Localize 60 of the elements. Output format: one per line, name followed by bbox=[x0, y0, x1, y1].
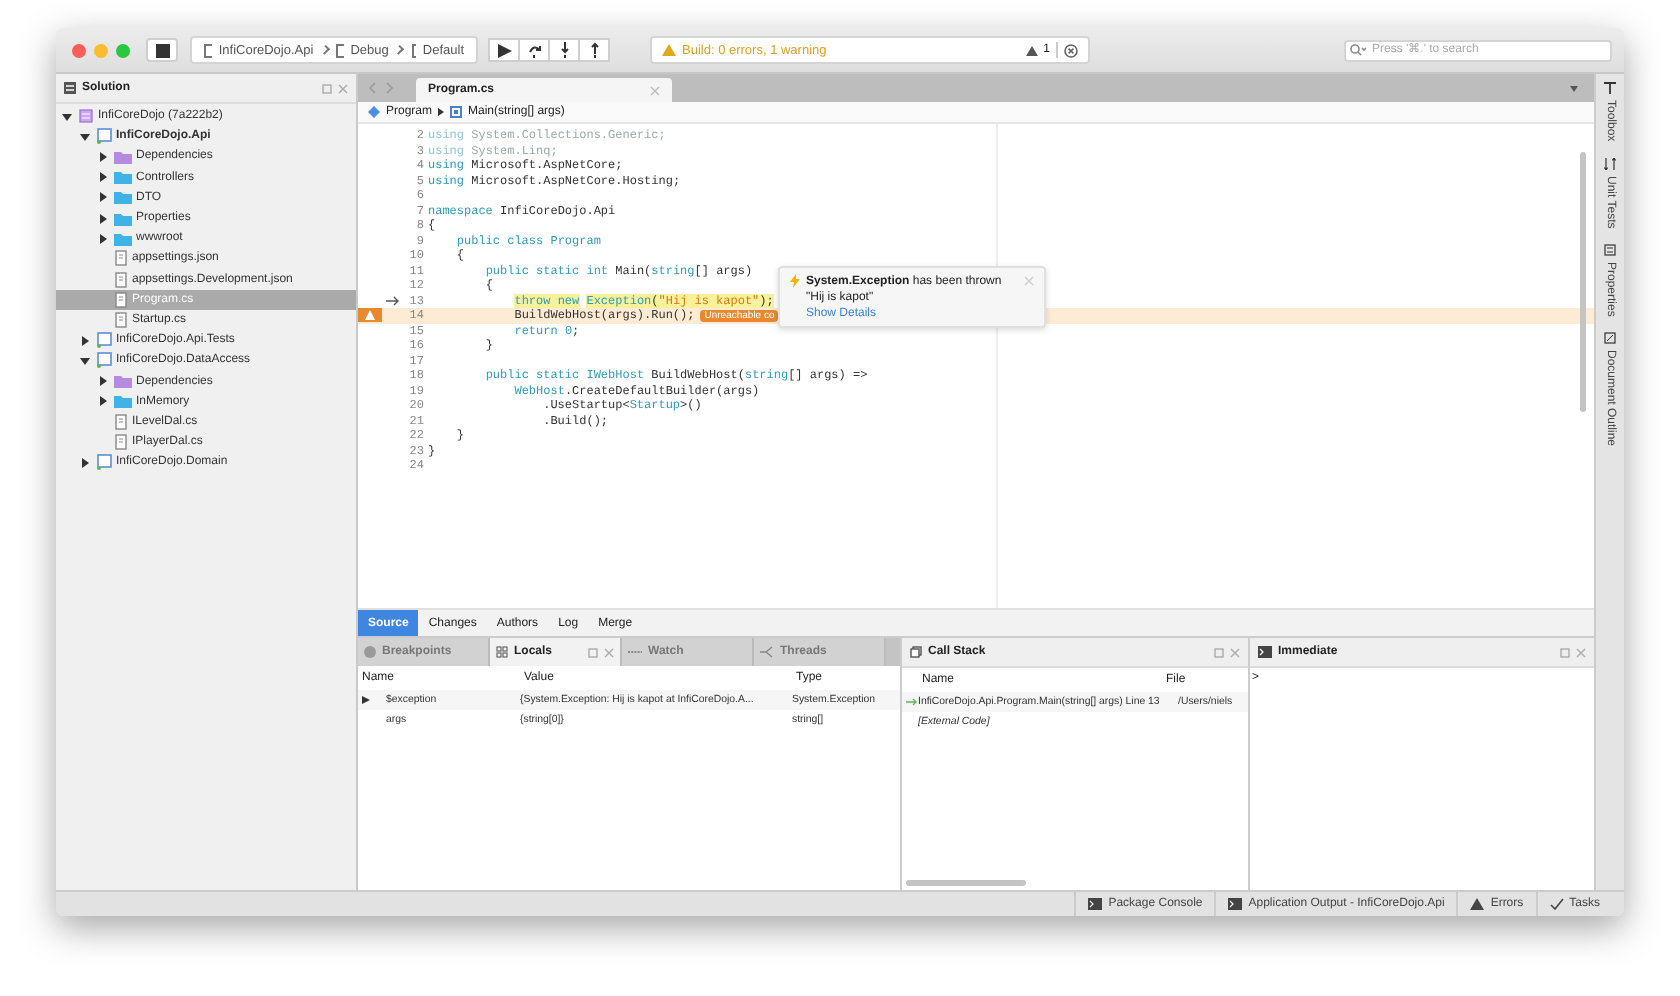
document-icon bbox=[335, 43, 345, 57]
solution-icon bbox=[64, 82, 76, 94]
call-stack-icon bbox=[910, 646, 922, 658]
outline-icon bbox=[1604, 332, 1616, 345]
breakpoint-icon bbox=[364, 646, 376, 658]
file-icon bbox=[114, 271, 128, 288]
stop-button[interactable] bbox=[146, 38, 178, 62]
terminal-icon bbox=[1228, 898, 1243, 910]
chevron-icon bbox=[319, 44, 330, 56]
stop-icon bbox=[155, 43, 169, 57]
threads-icon bbox=[760, 646, 774, 658]
scrollbar[interactable] bbox=[1580, 152, 1586, 412]
collapsed-arrow-icon[interactable] bbox=[362, 696, 370, 704]
dock-icon bbox=[588, 647, 598, 657]
file-icon bbox=[114, 250, 128, 267]
method-icon bbox=[450, 106, 463, 118]
step-into-button[interactable] bbox=[548, 38, 580, 62]
step-over-button[interactable] bbox=[518, 38, 550, 62]
project-icon bbox=[96, 454, 112, 471]
lightning-icon bbox=[790, 274, 800, 288]
step-out-icon bbox=[589, 42, 599, 58]
list-icon bbox=[1604, 243, 1616, 256]
dock-icon bbox=[322, 83, 332, 93]
terminal-icon bbox=[1088, 898, 1103, 910]
warning-icon bbox=[1470, 898, 1485, 910]
step-out-button[interactable] bbox=[578, 38, 610, 62]
stop-circle-icon bbox=[1064, 43, 1078, 57]
expanded-arrow-icon[interactable] bbox=[80, 355, 90, 366]
file-icon bbox=[114, 413, 128, 430]
watch-icon bbox=[628, 648, 642, 656]
warning-icon bbox=[1025, 45, 1038, 55]
dropdown-icon[interactable] bbox=[1570, 85, 1578, 91]
file-icon bbox=[114, 434, 128, 451]
collapsed-arrow-icon[interactable] bbox=[80, 335, 90, 346]
chevron-icon bbox=[394, 44, 405, 56]
warning-icon bbox=[662, 44, 676, 56]
file-icon bbox=[114, 291, 128, 308]
solution-icon bbox=[78, 108, 94, 125]
checkmark-icon bbox=[1549, 898, 1564, 910]
device-icon bbox=[411, 43, 417, 57]
file-icon bbox=[114, 311, 128, 328]
project-icon bbox=[96, 332, 112, 349]
project-icon bbox=[96, 128, 112, 145]
scrollbar[interactable] bbox=[906, 880, 1026, 886]
document-icon bbox=[204, 43, 213, 57]
step-into-icon bbox=[559, 42, 569, 58]
step-over-icon bbox=[527, 43, 541, 57]
collapsed-arrow-icon[interactable] bbox=[80, 457, 90, 468]
project-icon bbox=[96, 352, 112, 369]
locals-icon bbox=[496, 646, 508, 658]
dock-icon bbox=[1214, 647, 1224, 657]
run-button[interactable] bbox=[488, 38, 520, 62]
search-icon bbox=[1350, 44, 1366, 56]
arrows-icon bbox=[1604, 157, 1616, 170]
chevron-icon bbox=[438, 108, 445, 116]
hammer-icon bbox=[1604, 82, 1616, 94]
dock-icon bbox=[1560, 647, 1570, 657]
class-icon bbox=[368, 106, 380, 118]
play-icon bbox=[497, 43, 511, 57]
terminal-icon bbox=[1258, 646, 1272, 658]
